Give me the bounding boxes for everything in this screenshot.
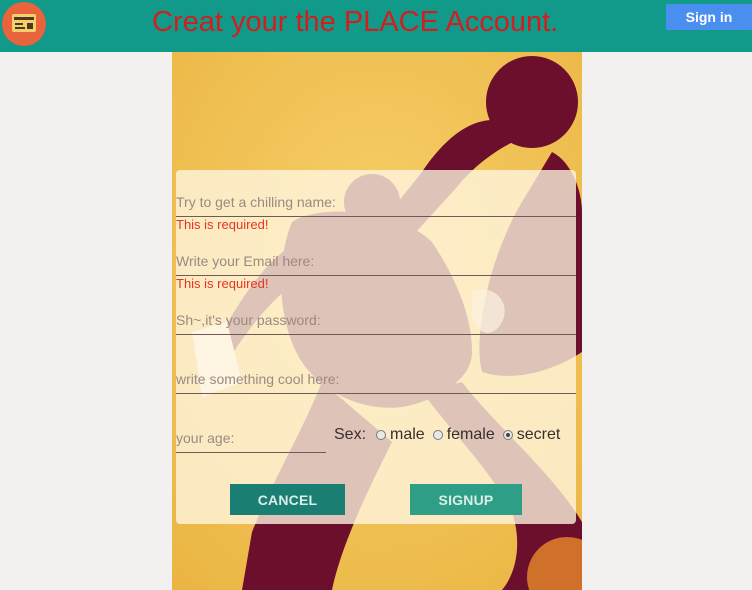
sex-option-label: female (446, 426, 495, 443)
email-field[interactable]: Write your Email here: (176, 234, 576, 276)
sex-label: Sex: (334, 426, 367, 443)
email-error: This is required! (176, 276, 269, 291)
signup-form: Try to get a chilling name: This is requ… (176, 170, 576, 524)
age-field[interactable]: your age: (176, 410, 326, 453)
sex-option-label: male (390, 426, 425, 443)
bio-field[interactable]: write something cool here: (176, 352, 576, 394)
top-bar: Creat your the PLACE Account. Sign in (0, 0, 752, 52)
sex-option-female[interactable]: female (432, 426, 495, 444)
logo-icon (2, 2, 46, 46)
password-placeholder: Sh~,it's your password: (176, 312, 321, 328)
age-placeholder: your age: (176, 430, 235, 446)
bio-placeholder: write something cool here: (176, 371, 340, 387)
sex-radio-group: Sex: male female secret (334, 426, 560, 444)
radio-icon[interactable] (376, 430, 387, 440)
sex-option-secret[interactable]: secret (502, 426, 561, 444)
email-placeholder: Write your Email here: (176, 253, 315, 269)
username-error: This is required! (176, 217, 269, 232)
credit-card-icon (12, 14, 36, 32)
page-title: Creat your the PLACE Account. (152, 6, 559, 38)
radio-icon[interactable] (432, 430, 443, 440)
username-placeholder: Try to get a chilling name: (176, 194, 336, 210)
sign-in-button[interactable]: Sign in (666, 4, 752, 30)
sex-option-label: secret (516, 426, 561, 443)
radio-checked-icon[interactable] (502, 430, 513, 440)
cancel-button[interactable]: CANCEL (230, 484, 345, 515)
password-field[interactable]: Sh~,it's your password: (176, 292, 576, 335)
sex-option-male[interactable]: male (376, 426, 425, 444)
signup-button[interactable]: SIGNUP (410, 484, 522, 515)
username-field[interactable]: Try to get a chilling name: (176, 170, 576, 217)
